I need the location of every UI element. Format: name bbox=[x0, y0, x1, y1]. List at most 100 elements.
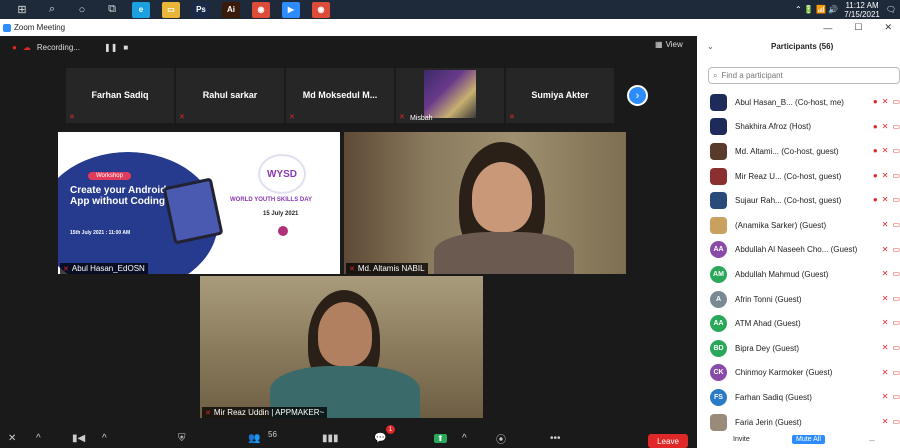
participant-name: Abdullah Al Naseeh Cho... (Guest) bbox=[735, 245, 858, 255]
video-off-icon[interactable]: ▭ bbox=[892, 417, 900, 426]
stop-recording-icon[interactable]: ■ bbox=[123, 43, 128, 52]
mic-muted-icon[interactable]: ✕ bbox=[882, 368, 889, 377]
mic-muted-icon: ✕ bbox=[289, 114, 295, 121]
invite-button[interactable]: Invite bbox=[733, 436, 750, 443]
mic-muted-icon[interactable]: ✕ bbox=[882, 220, 889, 229]
participant-status-icons: ✕ ▭ bbox=[882, 318, 900, 327]
audio-options-chevron-icon[interactable]: ^ bbox=[36, 433, 41, 444]
participant-count: 56 bbox=[268, 430, 277, 439]
participant-row[interactable]: AA ATM Ahad (Guest) ✕ ▭ bbox=[697, 311, 900, 336]
video-off-icon[interactable]: ▭ bbox=[892, 318, 900, 327]
photoshop-icon[interactable]: Ps bbox=[192, 1, 210, 18]
participant-status-icons: ● ✕ ▭ bbox=[873, 122, 900, 131]
notifications-icon[interactable]: 🗨 bbox=[886, 5, 896, 14]
participant-search-field[interactable]: ⌕ Find a participant bbox=[708, 67, 900, 84]
mic-muted-icon[interactable]: ✕ bbox=[882, 294, 889, 303]
participant-tile[interactable]: Md Moksedul M... ✕ bbox=[286, 68, 394, 123]
video-off-icon[interactable]: ▭ bbox=[892, 122, 900, 131]
zoom-taskbar-icon[interactable]: ▶ bbox=[282, 1, 300, 18]
close-icon[interactable]: ✕ bbox=[884, 22, 892, 33]
next-page-button[interactable]: › bbox=[627, 85, 648, 106]
participant-row[interactable]: Mir Reaz U... (Co-host, guest) ● ✕ ▭ bbox=[697, 164, 900, 189]
video-camera-icon[interactable]: ▮◀ bbox=[72, 433, 85, 444]
mic-muted-icon[interactable]: ✕ bbox=[882, 146, 889, 155]
participant-tile-name: Farhan Sadiq bbox=[91, 90, 149, 100]
leave-button[interactable]: Leave bbox=[648, 434, 688, 448]
participant-tile[interactable]: Sumiya Akter ✕ bbox=[506, 68, 614, 123]
mic-muted-icon[interactable]: ✕ bbox=[882, 318, 889, 327]
record-icon[interactable]: ⦿ bbox=[496, 431, 506, 446]
participant-row[interactable]: BD Bipra Dey (Guest) ✕ ▭ bbox=[697, 336, 900, 361]
video-options-chevron-icon[interactable]: ^ bbox=[102, 433, 107, 444]
participant-name: Faria Jerin (Guest) bbox=[735, 417, 802, 427]
polls-icon[interactable]: ▮▮▮ bbox=[322, 433, 339, 444]
participant-row[interactable]: (Anamika Sarker) (Guest) ✕ ▭ bbox=[697, 213, 900, 238]
mic-muted-icon[interactable]: ✕ bbox=[882, 122, 889, 131]
collapse-chevron-icon[interactable]: ⌄ bbox=[707, 42, 714, 51]
mic-muted-icon[interactable]: ✕ bbox=[882, 245, 889, 254]
participant-video-altamis[interactable]: ✕ Md. Altamis NABIL bbox=[344, 132, 626, 274]
maximize-icon[interactable]: ☐ bbox=[854, 22, 862, 33]
task-view-icon[interactable]: ⧉ bbox=[104, 3, 120, 17]
file-explorer-icon[interactable]: ▭ bbox=[162, 1, 180, 18]
windows-start-icon[interactable]: ⊞ bbox=[14, 3, 30, 17]
participant-row[interactable]: Shakhira Afroz (Host) ● ✕ ▭ bbox=[697, 115, 900, 140]
video-off-icon[interactable]: ▭ bbox=[892, 343, 900, 352]
mic-muted-icon[interactable]: ✕ bbox=[882, 171, 889, 180]
minimize-icon[interactable]: — bbox=[823, 23, 832, 33]
participant-tile[interactable]: Misbah ✕ bbox=[396, 68, 504, 123]
share-screen-icon[interactable]: ⬆ bbox=[434, 433, 447, 443]
avatar: BD bbox=[710, 339, 727, 357]
tray-icons[interactable]: ⌃ 🔋 📶 🔊 bbox=[795, 5, 838, 14]
pause-recording-icon[interactable]: ❚❚ bbox=[104, 43, 117, 52]
video-off-icon[interactable]: ▭ bbox=[892, 195, 900, 204]
video-off-icon[interactable]: ▭ bbox=[892, 392, 900, 401]
security-shield-icon[interactable]: ⛨ bbox=[178, 433, 186, 444]
participant-tile[interactable]: Rahul sarkar ✕ bbox=[176, 68, 284, 123]
participants-icon[interactable]: 👥 bbox=[248, 433, 260, 444]
video-off-icon[interactable]: ▭ bbox=[892, 220, 900, 229]
participant-row[interactable]: A Afrin Tonni (Guest) ✕ ▭ bbox=[697, 287, 900, 312]
search-icon[interactable]: ⌕ bbox=[44, 3, 60, 17]
mic-muted-icon[interactable]: ✕ bbox=[882, 392, 889, 401]
system-clock[interactable]: 11:12 AM 7/15/2021 bbox=[844, 1, 880, 19]
video-off-icon[interactable]: ▭ bbox=[892, 97, 900, 106]
video-off-icon[interactable]: ▭ bbox=[892, 146, 900, 155]
mute-all-button[interactable]: Mute All bbox=[792, 435, 825, 444]
participant-tile[interactable]: Farhan Sadiq ✕ bbox=[66, 68, 174, 123]
participant-name: Abdullah Mahmud (Guest) bbox=[735, 269, 829, 279]
video-off-icon[interactable]: ▭ bbox=[892, 269, 900, 278]
participant-row[interactable]: Md. Altami... (Co-host, guest) ● ✕ ▭ bbox=[697, 139, 900, 164]
participant-row[interactable]: AA Abdullah Al Naseeh Cho... (Guest) ✕ ▭ bbox=[697, 238, 900, 263]
video-off-icon[interactable]: ▭ bbox=[892, 171, 900, 180]
more-button[interactable]: ... bbox=[869, 436, 875, 443]
mic-muted-icon[interactable]: ✕ bbox=[882, 97, 889, 106]
mic-muted-icon[interactable]: ✕ bbox=[882, 269, 889, 278]
more-options-icon[interactable]: ••• bbox=[550, 433, 561, 444]
participant-row[interactable]: AM Abdullah Mahmud (Guest) ✕ ▭ bbox=[697, 262, 900, 287]
participant-row[interactable]: CK Chinmoy Karmoker (Guest) ✕ ▭ bbox=[697, 361, 900, 386]
chat-icon[interactable]: 💬 bbox=[374, 433, 386, 444]
participant-row[interactable]: Abul Hasan_B... (Co-host, me) ● ✕ ▭ bbox=[697, 90, 900, 115]
edge-icon[interactable]: e bbox=[132, 1, 150, 18]
mic-muted-icon: ✕ bbox=[179, 114, 185, 121]
video-off-icon[interactable]: ▭ bbox=[892, 368, 900, 377]
illustrator-icon[interactable]: Ai bbox=[222, 1, 240, 18]
participant-status-icons: ✕ ▭ bbox=[882, 343, 900, 352]
participant-video-mir-reaz[interactable]: ✕ Mir Reaz Uddin | APPMAKER~ bbox=[200, 276, 483, 418]
chrome-icon[interactable]: ◉ bbox=[252, 1, 270, 18]
mic-muted-icon[interactable]: ✕ bbox=[882, 195, 889, 204]
video-off-icon[interactable]: ▭ bbox=[892, 294, 900, 303]
shared-slide-video[interactable]: Workshop Create your Android App without… bbox=[58, 132, 340, 274]
cortana-icon[interactable]: ○ bbox=[74, 3, 90, 17]
mute-icon[interactable]: ✕ bbox=[8, 433, 16, 444]
share-options-chevron-icon[interactable]: ^ bbox=[462, 433, 467, 444]
participant-row[interactable]: Sujaur Rah... (Co-host, guest) ● ✕ ▭ bbox=[697, 188, 900, 213]
view-button[interactable]: ▦ View bbox=[655, 40, 683, 49]
mic-muted-icon[interactable]: ✕ bbox=[882, 343, 889, 352]
participant-row[interactable]: Faria Jerin (Guest) ✕ ▭ bbox=[697, 410, 900, 435]
chrome-icon-2[interactable]: ◉ bbox=[312, 1, 330, 18]
video-off-icon[interactable]: ▭ bbox=[892, 245, 900, 254]
participant-row[interactable]: FS Farhan Sadiq (Guest) ✕ ▭ bbox=[697, 385, 900, 410]
mic-muted-icon[interactable]: ✕ bbox=[882, 417, 889, 426]
